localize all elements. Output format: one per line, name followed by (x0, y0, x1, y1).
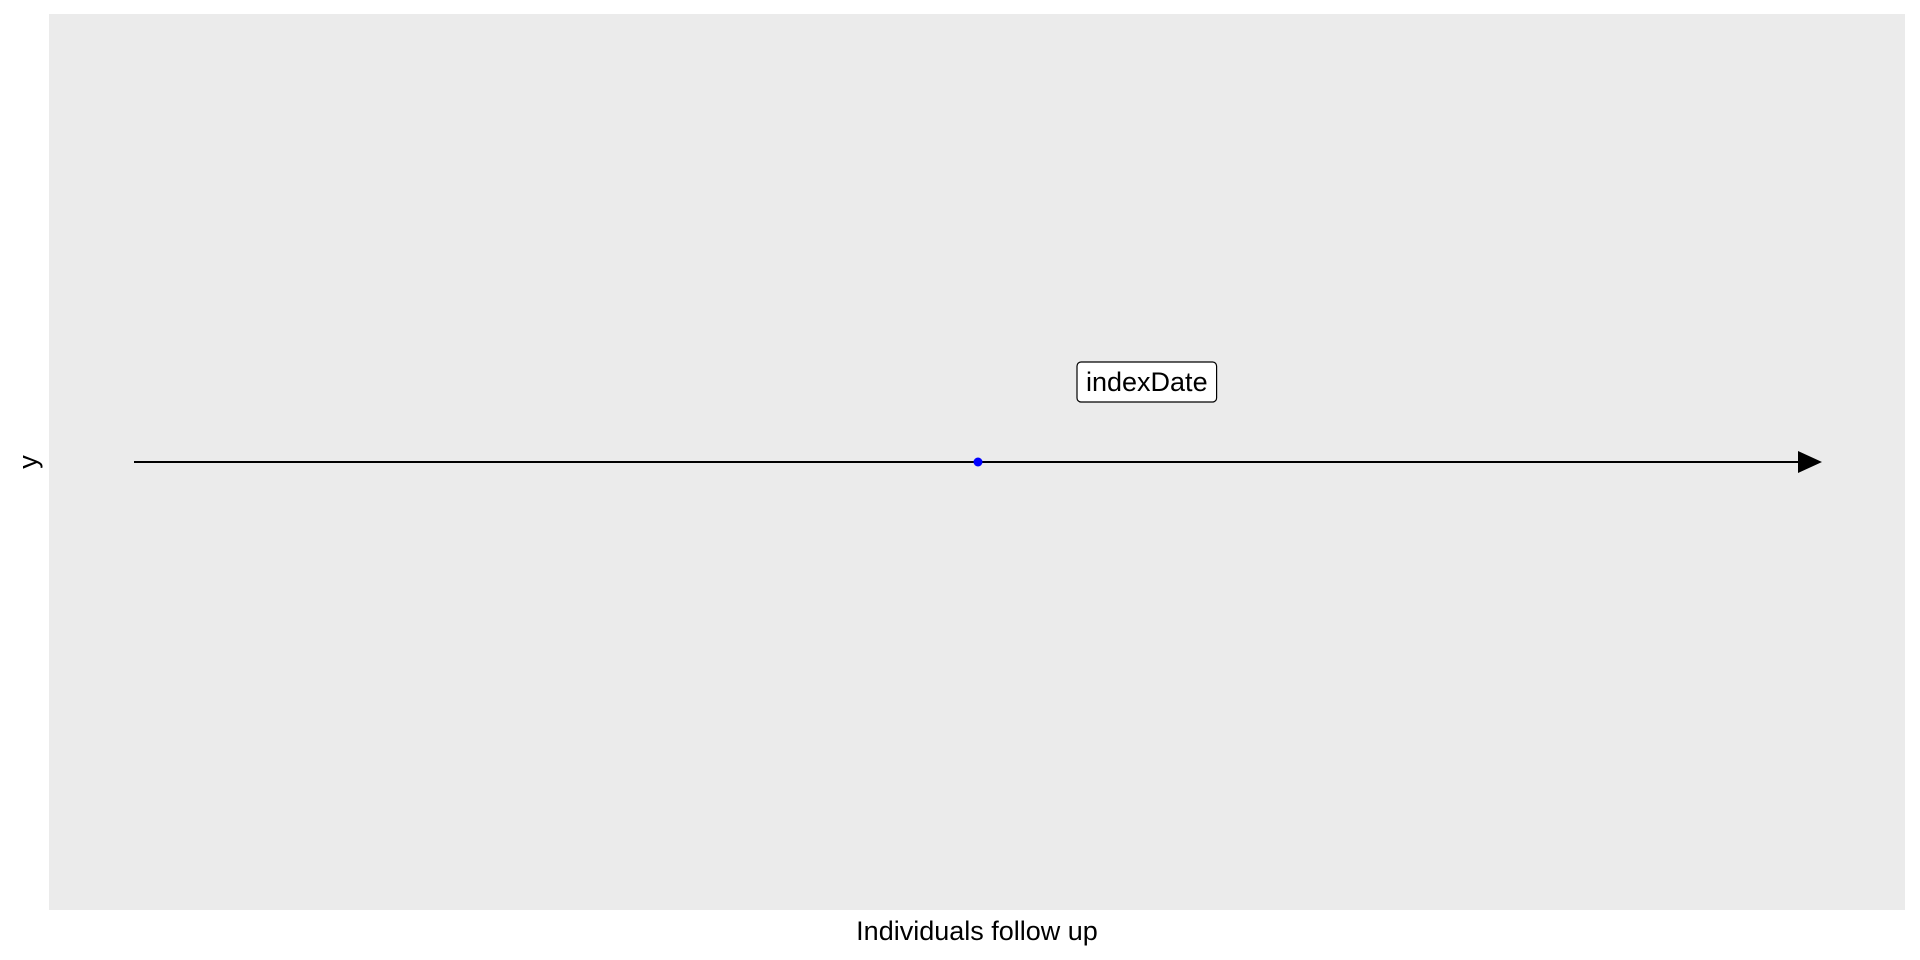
data-point (973, 457, 983, 467)
x-axis-title: Individuals follow up (856, 916, 1098, 946)
y-axis-title: y (13, 455, 43, 469)
chart-canvas: indexDate Individuals follow up y (13, 14, 1905, 946)
chart: indexDate Individuals follow up y (0, 0, 1920, 960)
annotation-label: indexDate (1076, 361, 1218, 403)
annotation-label-text: indexDate (1086, 367, 1208, 397)
